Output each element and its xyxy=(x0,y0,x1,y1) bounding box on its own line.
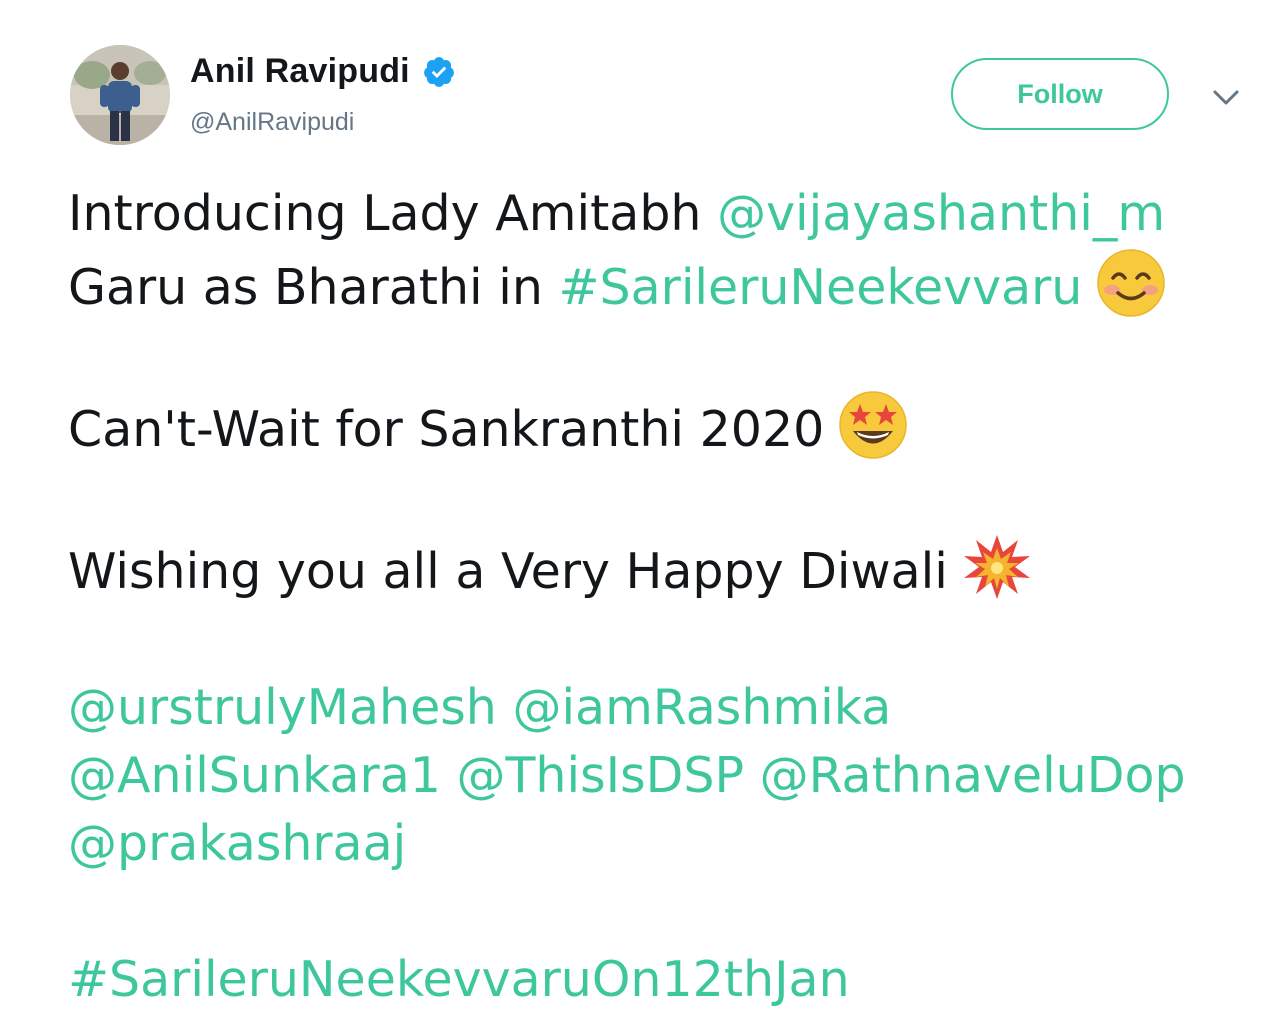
tweet-text-fragment: Wishing you all a Very Happy Diwali xyxy=(68,543,948,600)
tweet-paragraph-2: Can't-Wait for Sankranthi 2020 xyxy=(68,390,1268,464)
verified-badge-icon xyxy=(422,55,456,89)
mentions-line-3: @prakashraaj xyxy=(68,810,1268,878)
hashtag-link[interactable]: #SarileruNeekevvaru xyxy=(558,259,1082,316)
author-name-row: Anil Ravipudi xyxy=(190,52,456,91)
tweet-text-fragment: Introducing Lady Amitabh xyxy=(68,185,718,242)
follow-button[interactable]: Follow xyxy=(951,58,1169,130)
smiling-face-emoji-icon xyxy=(1096,248,1166,318)
tweet-text: Introducing Lady Amitabh @vijayashanthi_… xyxy=(68,180,1268,1014)
author-display-name[interactable]: Anil Ravipudi xyxy=(190,52,410,91)
tweet-card: Anil Ravipudi @AnilRavipudi Follow Intro… xyxy=(0,0,1280,1010)
tweet-line-2: Garu as Bharathi in #SarileruNeekevvaru xyxy=(68,248,1268,322)
mention-link[interactable]: @urstrulyMahesh xyxy=(68,679,497,736)
tweet-text-fragment: Garu as Bharathi in xyxy=(68,259,559,316)
tweet-paragraph-3: Wishing you all a Very Happy Diwali xyxy=(68,532,1268,606)
tweet-text-fragment: Can't-Wait for Sankranthi 2020 xyxy=(68,401,825,458)
hashtag-link[interactable]: #SarileruNeekevvaruOn12thJan xyxy=(68,951,850,1008)
mention-link[interactable]: @AnilSunkara1 xyxy=(68,747,441,804)
mention-link[interactable]: @vijayashanthi_m xyxy=(717,185,1165,242)
mention-link[interactable]: @RathnaveluDop xyxy=(760,747,1186,804)
mentions-line-2: @AnilSunkara1 @ThisIsDSP @RathnaveluDop xyxy=(68,742,1268,810)
mention-link[interactable]: @prakashraaj xyxy=(68,815,406,872)
mentions-line-1: @urstrulyMahesh @iamRashmika xyxy=(68,674,1268,742)
final-hashtag-line: #SarileruNeekevvaruOn12thJan xyxy=(68,946,1268,1014)
avatar[interactable] xyxy=(70,45,170,145)
collision-emoji-icon xyxy=(962,532,1032,602)
mention-link[interactable]: @iamRashmika xyxy=(512,679,891,736)
mention-link[interactable]: @ThisIsDSP xyxy=(457,747,745,804)
chevron-down-icon[interactable] xyxy=(1208,82,1244,112)
star-struck-emoji-icon xyxy=(838,390,908,460)
author-handle[interactable]: @AnilRavipudi xyxy=(190,108,354,137)
tweet-line-1: Introducing Lady Amitabh @vijayashanthi_… xyxy=(68,180,1268,248)
